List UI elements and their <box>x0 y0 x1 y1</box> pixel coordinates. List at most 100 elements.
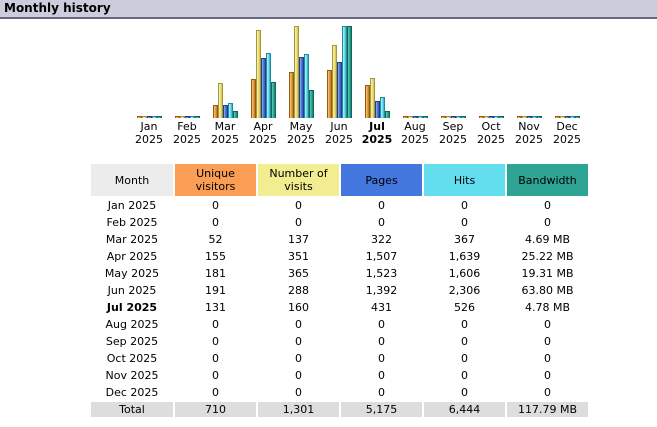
bar-bandwidth <box>157 116 162 118</box>
chart-month-group <box>472 24 510 118</box>
cell-unique: 0 <box>175 317 256 332</box>
cell-bandwidth: 63.80 MB <box>507 283 588 298</box>
cell-pages: 0 <box>341 334 422 349</box>
cell-visits: 160 <box>258 300 339 315</box>
cell-bandwidth: 0 <box>507 215 588 230</box>
cell-pages: 1,507 <box>341 249 422 264</box>
cell-unique: 0 <box>175 198 256 213</box>
cell-hits: 0 <box>424 215 505 230</box>
cell-month: Apr 2025 <box>91 249 173 264</box>
cell-pages: 0 <box>341 368 422 383</box>
cell-month: Jan 2025 <box>91 198 173 213</box>
table-row: Aug 202500000 <box>91 317 588 332</box>
cell-visits: 288 <box>258 283 339 298</box>
chart-month-group <box>320 24 358 118</box>
cell-bandwidth: 0 <box>507 198 588 213</box>
cell-pages: 0 <box>341 385 422 400</box>
cell-visits: 351 <box>258 249 339 264</box>
cell-pages: 1,392 <box>341 283 422 298</box>
cell-unique: 181 <box>175 266 256 281</box>
chart-month-group <box>548 24 586 118</box>
cell-visits: 0 <box>258 385 339 400</box>
cell-bandwidth: 0 <box>507 317 588 332</box>
cell-pages: 322 <box>341 232 422 247</box>
chart-month-group <box>358 24 396 118</box>
chart-month-group <box>396 24 434 118</box>
bar-bandwidth <box>423 116 428 118</box>
bar-bandwidth <box>575 116 580 118</box>
cell-unique: 0 <box>175 215 256 230</box>
cell-bandwidth: 4.69 MB <box>507 232 588 247</box>
table-row: May 20251813651,5231,60619.31 MB <box>91 266 588 281</box>
table-total-row: Total7101,3015,1756,444117.79 MB <box>91 402 588 417</box>
column-header-hits: Hits <box>424 164 505 196</box>
table-row: Jul 20251311604315264.78 MB <box>91 300 588 315</box>
cell-bandwidth: 0 <box>507 351 588 366</box>
page-title: Monthly history <box>4 1 111 15</box>
chart-month-group <box>434 24 472 118</box>
chart-month-label: May 2025 <box>282 120 320 146</box>
cell-visits: 0 <box>258 198 339 213</box>
bar-bandwidth <box>195 116 200 118</box>
bar-bandwidth <box>309 90 314 118</box>
column-header-pages: Pages <box>341 164 422 196</box>
cell-hits: 0 <box>424 334 505 349</box>
cell-hits: 367 <box>424 232 505 247</box>
chart-month-labels: Jan 2025Feb 2025Mar 2025Apr 2025May 2025… <box>130 120 586 146</box>
cell-visits: 0 <box>258 215 339 230</box>
cell-unique: 155 <box>175 249 256 264</box>
chart-month-label: Feb 2025 <box>168 120 206 146</box>
cell-hits: 0 <box>424 368 505 383</box>
chart-month-label: Mar 2025 <box>206 120 244 146</box>
cell-total-visits: 1,301 <box>258 402 339 417</box>
table-header-row: MonthUnique visitorsNumber of visitsPage… <box>91 164 588 196</box>
cell-month: Aug 2025 <box>91 317 173 332</box>
cell-hits: 0 <box>424 317 505 332</box>
cell-bandwidth: 0 <box>507 368 588 383</box>
cell-month: Sep 2025 <box>91 334 173 349</box>
cell-visits: 0 <box>258 317 339 332</box>
chart-month-label: Nov 2025 <box>510 120 548 146</box>
cell-hits: 0 <box>424 198 505 213</box>
cell-hits: 0 <box>424 351 505 366</box>
chart-month-group <box>130 24 168 118</box>
cell-hits: 0 <box>424 385 505 400</box>
cell-visits: 137 <box>258 232 339 247</box>
cell-month: Jul 2025 <box>91 300 173 315</box>
bar-bandwidth <box>347 26 352 118</box>
cell-total-pages: 5,175 <box>341 402 422 417</box>
column-header-unique: Unique visitors <box>175 164 256 196</box>
monthly-history-chart: Jan 2025Feb 2025Mar 2025Apr 2025May 2025… <box>130 24 586 146</box>
cell-unique: 0 <box>175 351 256 366</box>
cell-pages: 1,523 <box>341 266 422 281</box>
cell-month: Jun 2025 <box>91 283 173 298</box>
cell-hits: 1,639 <box>424 249 505 264</box>
chart-month-group <box>206 24 244 118</box>
table-row: Nov 202500000 <box>91 368 588 383</box>
chart-month-group <box>168 24 206 118</box>
chart-month-label: Dec 2025 <box>548 120 586 146</box>
cell-visits: 0 <box>258 334 339 349</box>
column-header-visits: Number of visits <box>258 164 339 196</box>
section-title-bar: Monthly history <box>0 0 657 19</box>
cell-unique: 0 <box>175 368 256 383</box>
table-row: Jun 20251912881,3922,30663.80 MB <box>91 283 588 298</box>
cell-bandwidth: 0 <box>507 385 588 400</box>
cell-bandwidth: 0 <box>507 334 588 349</box>
table-row: Sep 202500000 <box>91 334 588 349</box>
cell-pages: 431 <box>341 300 422 315</box>
cell-month: Oct 2025 <box>91 351 173 366</box>
table-row: Jan 202500000 <box>91 198 588 213</box>
chart-month-label: Apr 2025 <box>244 120 282 146</box>
cell-total-hits: 6,444 <box>424 402 505 417</box>
cell-visits: 0 <box>258 351 339 366</box>
cell-bandwidth: 4.78 MB <box>507 300 588 315</box>
table-row: Apr 20251553511,5071,63925.22 MB <box>91 249 588 264</box>
cell-hits: 1,606 <box>424 266 505 281</box>
cell-visits: 365 <box>258 266 339 281</box>
chart-month-group <box>282 24 320 118</box>
cell-total-bandwidth: 117.79 MB <box>507 402 588 417</box>
chart-month-label: Jul 2025 <box>358 120 396 146</box>
bar-bandwidth <box>499 116 504 118</box>
cell-unique: 52 <box>175 232 256 247</box>
